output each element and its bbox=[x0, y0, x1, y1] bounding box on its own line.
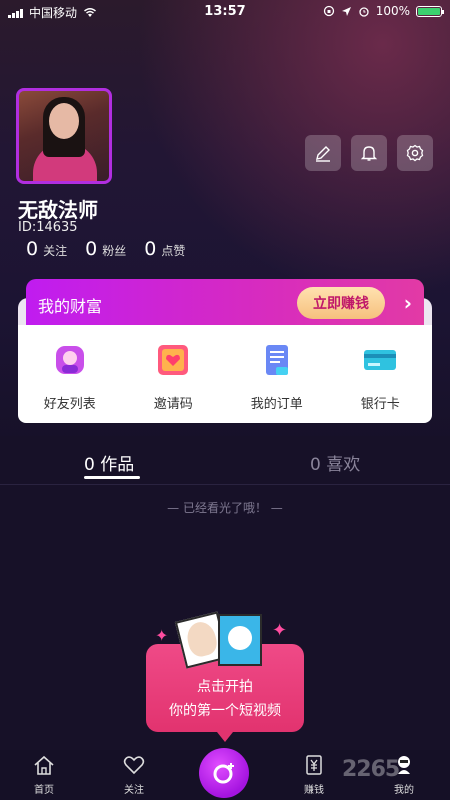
camera-record-icon bbox=[213, 763, 234, 784]
battery-percent: 100% bbox=[375, 4, 410, 18]
home-icon bbox=[34, 755, 54, 775]
quick-action-bank-card-label: 银行卡 bbox=[360, 397, 400, 412]
location-icon bbox=[341, 6, 351, 16]
quick-actions-panel: 好友列表 邀请码 我的订单 银行卡 bbox=[18, 325, 432, 423]
bell-icon bbox=[360, 146, 378, 161]
following-count: 0 bbox=[26, 238, 39, 260]
likes-count: 0 bbox=[144, 238, 157, 260]
bankcard-icon bbox=[363, 343, 397, 377]
following-stat[interactable]: 0 关注 bbox=[26, 238, 67, 260]
invite-icon bbox=[156, 343, 190, 377]
shoot-prompt-line1: 点击开拍 bbox=[197, 679, 253, 695]
nav-home[interactable]: 首页 bbox=[14, 754, 74, 796]
profile-nickname: 无敌法师 bbox=[18, 198, 98, 222]
wealth-title: 我的财富 bbox=[38, 297, 103, 316]
content-tabs: 0 作品 0 喜欢 bbox=[0, 440, 450, 485]
illustration-card-boy bbox=[218, 614, 262, 666]
heart-icon bbox=[123, 756, 145, 775]
profile-stats: 0 关注 0 粉丝 0 点赞 bbox=[26, 238, 185, 260]
fans-stat[interactable]: 0 粉丝 bbox=[85, 238, 126, 260]
quick-action-friends[interactable]: 好友列表 bbox=[25, 325, 115, 412]
orders-icon bbox=[260, 343, 294, 377]
fans-count: 0 bbox=[85, 238, 98, 260]
nav-earn-label: 赚钱 bbox=[304, 785, 324, 796]
tab-likes[interactable]: 0 喜欢 bbox=[310, 450, 360, 475]
friends-icon bbox=[53, 343, 87, 377]
end-of-list-note: — 已经看光了哦！ — bbox=[167, 501, 283, 515]
avatar[interactable] bbox=[16, 88, 112, 184]
nav-follow-label: 关注 bbox=[124, 785, 144, 796]
chevron-right-icon[interactable]: › bbox=[404, 291, 412, 315]
quick-action-bank-card[interactable]: 银行卡 bbox=[335, 325, 425, 412]
rotation-lock-icon bbox=[323, 5, 334, 17]
alarm-icon bbox=[359, 7, 369, 17]
profile-user-id: ID:14635 bbox=[18, 220, 78, 235]
nav-home-label: 首页 bbox=[34, 785, 54, 796]
sparkle-icon: ✦ bbox=[155, 626, 169, 645]
sparkle-icon: ✦ bbox=[272, 620, 288, 641]
quick-action-friends-label: 好友列表 bbox=[43, 397, 96, 412]
quick-action-invite-code-label: 邀请码 bbox=[153, 397, 193, 412]
pencil-icon bbox=[316, 146, 330, 162]
edit-profile-button[interactable] bbox=[305, 135, 341, 171]
quick-action-my-orders[interactable]: 我的订单 bbox=[232, 325, 322, 412]
avatar-face bbox=[49, 103, 79, 139]
settings-button[interactable] bbox=[397, 135, 433, 171]
battery-icon bbox=[416, 5, 444, 17]
earn-now-button[interactable]: 立即赚钱 bbox=[297, 287, 385, 319]
nav-follow[interactable]: 关注 bbox=[104, 754, 164, 796]
record-video-button[interactable] bbox=[199, 748, 249, 798]
status-right: 100% bbox=[323, 4, 444, 18]
active-tab-indicator bbox=[84, 476, 140, 479]
nav-earn[interactable]: 赚钱 bbox=[284, 754, 344, 796]
yuan-receipt-icon bbox=[306, 755, 322, 775]
quick-action-invite-code[interactable]: 邀请码 bbox=[128, 325, 218, 412]
tab-works[interactable]: 0 作品 bbox=[84, 450, 134, 475]
following-label: 关注 bbox=[43, 244, 68, 258]
status-bar: 中国移动 13:57 100% bbox=[0, 0, 450, 24]
fans-label: 粉丝 bbox=[102, 244, 127, 258]
wealth-banner[interactable]: 我的财富 立即赚钱 › bbox=[26, 279, 424, 327]
quick-action-my-orders-label: 我的订单 bbox=[250, 397, 303, 412]
likes-label: 点赞 bbox=[161, 244, 186, 258]
likes-stat[interactable]: 0 点赞 bbox=[144, 238, 185, 260]
notifications-button[interactable] bbox=[351, 135, 387, 171]
nav-mine-label: 我的 bbox=[394, 785, 414, 796]
shoot-prompt-line2: 你的第一个短视频 bbox=[169, 703, 281, 719]
watermark-logo: 2265 bbox=[342, 757, 400, 782]
gear-icon bbox=[406, 144, 424, 162]
